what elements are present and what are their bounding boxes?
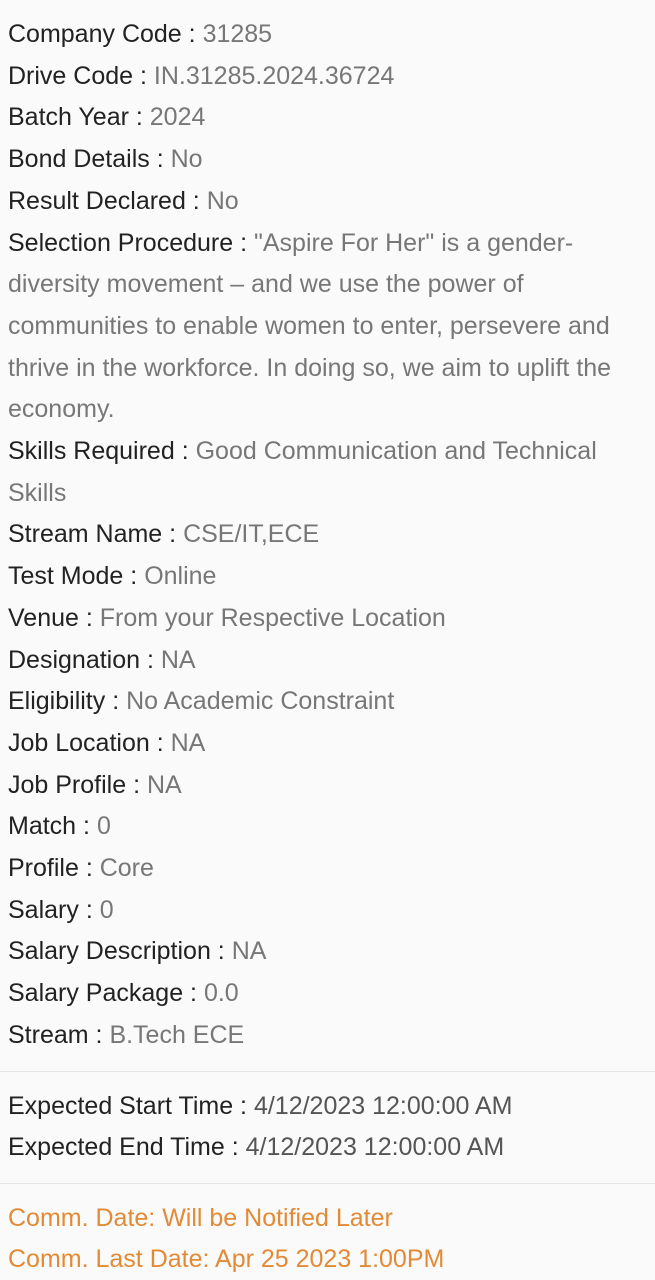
detail-designation: Designation : NA: [8, 645, 196, 674]
detail-value: 0: [96, 812, 111, 841]
detail-label: Skills Required: [8, 437, 175, 466]
detail-salary-description: Salary Description : NA: [8, 937, 267, 966]
detail-match: Match : 0: [8, 812, 111, 841]
detail-drive-code: Drive Code : IN.31285.2024.36724: [8, 61, 395, 90]
detail-label: Test Mode: [8, 562, 124, 591]
detail-label: Batch Year: [8, 103, 129, 132]
detail-value: NA: [160, 645, 196, 674]
detail-value: Core: [99, 854, 154, 883]
detail-label: Salary: [8, 895, 79, 924]
detail-value: 31285: [202, 20, 273, 48]
detail-label: Stream Name: [8, 520, 163, 549]
expected-end-time: Expected End Time : 4/12/2023 12:00:00 A…: [8, 1133, 505, 1162]
detail-value: NA: [231, 937, 267, 966]
detail-value: NA: [170, 728, 206, 757]
detail-value: 0: [99, 895, 114, 924]
detail-value: IN.31285.2024.36724: [153, 61, 395, 90]
detail-value: B.Tech ECE: [109, 1020, 245, 1049]
detail-value: NA: [146, 770, 182, 799]
detail-value: No: [170, 145, 203, 174]
detail-result-declared: Result Declared : No: [8, 186, 239, 215]
detail-label: Profile: [8, 854, 79, 883]
detail-job-location: Job Location : NA: [8, 728, 206, 757]
detail-test-mode: Test Mode : Online: [8, 562, 217, 591]
detail-bond-details: Bond Details : No: [8, 145, 203, 174]
drive-details: Company Code : 31285 Drive Code : IN.312…: [0, 0, 655, 1057]
detail-venue: Venue : From your Respective Location: [8, 603, 446, 632]
detail-value: From your Respective Location: [99, 603, 446, 632]
detail-label: Salary Package: [8, 979, 184, 1008]
detail-label: Bond Details: [8, 145, 150, 174]
detail-stream: Stream : B.Tech ECE: [8, 1020, 245, 1049]
comm-date: Comm. Date: Will be Notified Later: [8, 1203, 393, 1232]
detail-skills-required: Skills Required : Good Communication and…: [8, 437, 597, 507]
detail-value: No Academic Constraint: [126, 687, 395, 716]
detail-label: Selection Procedure: [8, 228, 234, 257]
detail-value: "Aspire For Her" is a gender-diversity m…: [8, 228, 612, 424]
time-label: Expected End Time: [8, 1133, 225, 1162]
detail-label: Job Location: [8, 728, 150, 757]
comm-last-date: Comm. Last Date: Apr 25 2023 1:00PM: [8, 1245, 445, 1274]
detail-salary: Salary : 0: [8, 895, 114, 924]
detail-job-profile: Job Profile : NA: [8, 770, 182, 799]
detail-batch-year: Batch Year : 2024: [8, 103, 206, 132]
time-label: Expected Start Time: [8, 1091, 234, 1120]
detail-label: Venue: [8, 603, 79, 632]
detail-label: Drive Code: [8, 61, 134, 90]
expected-start-time: Expected Start Time : 4/12/2023 12:00:00…: [8, 1091, 513, 1120]
detail-label: Match: [8, 812, 77, 841]
detail-label: Result Declared: [8, 186, 186, 215]
communication-dates: Comm. Date: Will be Notified Later Comm.…: [0, 1184, 655, 1280]
time-value: 4/12/2023 12:00:00 AM: [253, 1091, 513, 1120]
detail-label: Designation: [8, 645, 141, 674]
detail-value: 2024: [149, 103, 206, 132]
detail-value: No: [206, 186, 239, 215]
detail-label: Stream: [8, 1020, 89, 1049]
detail-label: Eligibility: [8, 687, 106, 716]
detail-value: 0.0: [203, 979, 239, 1008]
time-value: 4/12/2023 12:00:00 AM: [245, 1133, 505, 1162]
expected-times: Expected Start Time : 4/12/2023 12:00:00…: [0, 1072, 655, 1169]
detail-eligibility: Eligibility : No Academic Constraint: [8, 687, 395, 716]
detail-value: Online: [144, 562, 217, 591]
detail-stream-name: Stream Name : CSE/IT,ECE: [8, 520, 320, 549]
detail-profile: Profile : Core: [8, 854, 154, 883]
detail-salary-package: Salary Package : 0.0: [8, 979, 239, 1008]
detail-selection-procedure: Selection Procedure : "Aspire For Her" i…: [8, 228, 612, 424]
detail-label: Salary Description: [8, 937, 211, 966]
detail-value: CSE/IT,ECE: [183, 520, 320, 549]
detail-label: Company Code: [8, 20, 182, 48]
detail-label: Job Profile: [8, 770, 127, 799]
detail-company-code: Company Code : 31285: [8, 20, 273, 48]
